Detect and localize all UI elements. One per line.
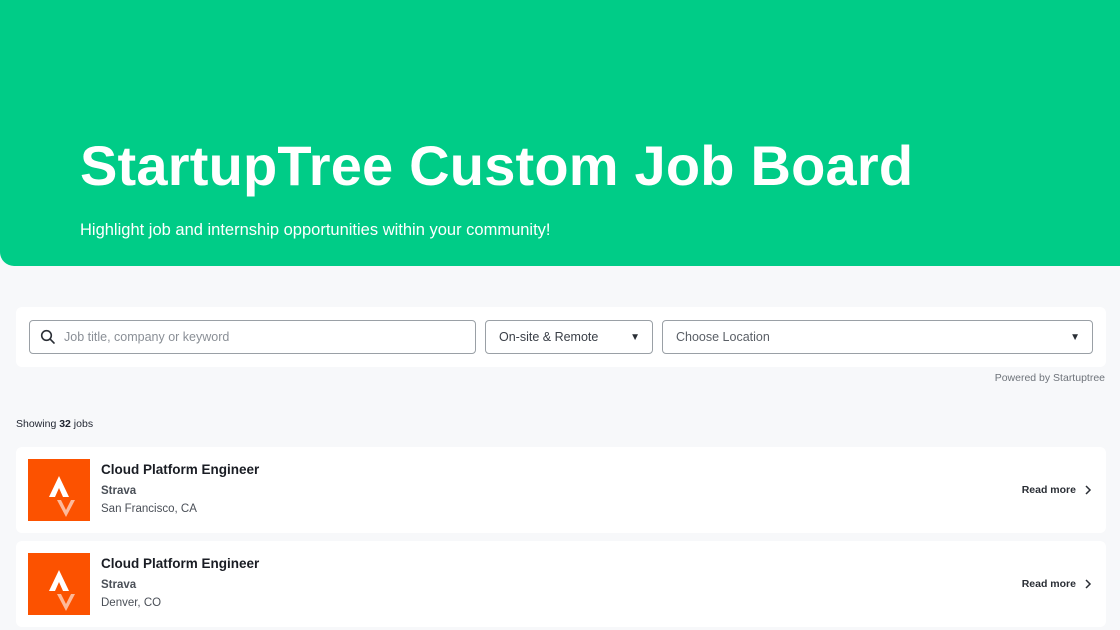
company-logo [28, 553, 90, 615]
results-count-value: 32 [59, 418, 71, 430]
caret-down-icon: ▼ [630, 331, 640, 343]
work-type-select[interactable]: On-site & Remote ▼ [485, 320, 653, 354]
chevron-right-icon [1084, 485, 1092, 495]
search-icon [40, 329, 56, 345]
powered-by-link[interactable]: Powered by Startuptree [995, 372, 1105, 384]
hero-banner: StartupTree Custom Job Board Highlight j… [0, 0, 1120, 266]
company-logo [28, 459, 90, 521]
page-title: StartupTree Custom Job Board [80, 134, 914, 197]
work-type-selected-value: On-site & Remote [499, 330, 599, 344]
results-suffix: jobs [70, 418, 94, 430]
job-location: San Francisco, CA [101, 503, 197, 515]
job-title[interactable]: Cloud Platform Engineer [101, 462, 259, 477]
job-company: Strava [101, 485, 137, 497]
read-more-label: Read more [1021, 484, 1076, 496]
job-title[interactable]: Cloud Platform Engineer [101, 556, 259, 571]
results-count: Showing 32 jobs [16, 418, 93, 430]
job-card[interactable]: Cloud Platform Engineer Strava Denver, C… [16, 541, 1106, 627]
job-company: Strava [101, 579, 137, 591]
search-field[interactable] [29, 320, 476, 354]
chevron-right-icon [1084, 579, 1092, 589]
job-card[interactable]: Cloud Platform Engineer Strava San Franc… [16, 447, 1106, 533]
job-filter-bar: On-site & Remote ▼ Choose Location ▼ [16, 307, 1106, 367]
location-placeholder: Choose Location [676, 330, 770, 344]
search-input[interactable] [64, 330, 454, 344]
location-select[interactable]: Choose Location ▼ [662, 320, 1093, 354]
page-subtitle: Highlight job and internship opportuniti… [80, 221, 551, 239]
results-prefix: Showing [16, 418, 60, 430]
caret-down-icon: ▼ [1070, 331, 1080, 343]
read-more-button[interactable]: Read more [1022, 578, 1092, 590]
read-more-label: Read more [1021, 578, 1076, 590]
read-more-button[interactable]: Read more [1022, 484, 1092, 496]
job-location: Denver, CO [101, 597, 162, 609]
